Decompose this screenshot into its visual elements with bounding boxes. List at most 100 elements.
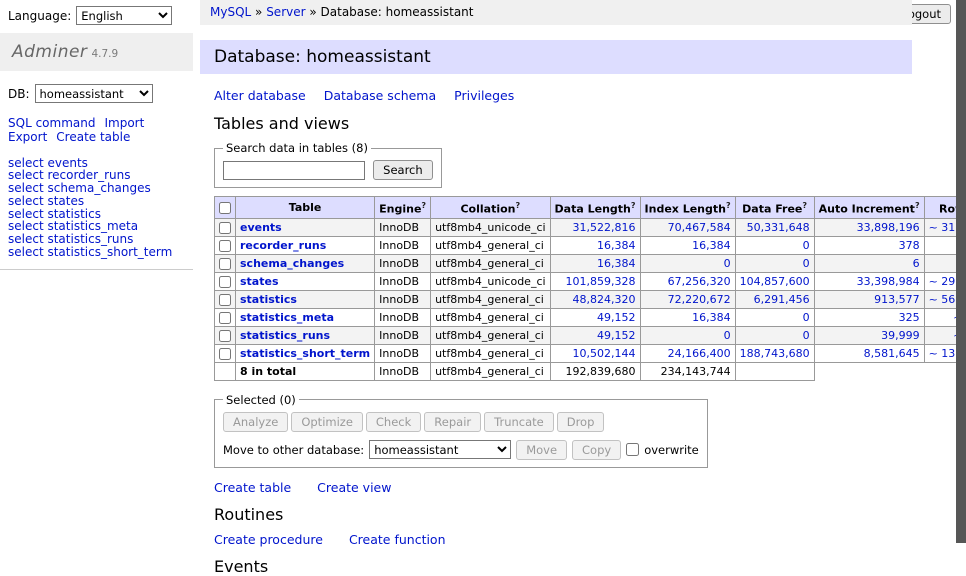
row-checkbox-schema-changes[interactable] bbox=[219, 258, 231, 270]
cell-auto-increment-link[interactable]: 8,581,645 bbox=[864, 347, 920, 360]
row-checkbox-statistics[interactable] bbox=[219, 294, 231, 306]
truncate-button[interactable]: Truncate bbox=[484, 412, 554, 432]
cell-index-length-link[interactable]: 67,256,320 bbox=[668, 275, 731, 288]
breadcrumb-current: Database: homeassistant bbox=[321, 5, 474, 19]
table-link-statistics-meta[interactable]: statistics_meta bbox=[240, 311, 334, 324]
cell-data-length-link[interactable]: 101,859,328 bbox=[566, 275, 636, 288]
language-select[interactable]: English bbox=[76, 6, 172, 25]
cell-auto-increment-link[interactable]: 39,999 bbox=[881, 329, 920, 342]
overwrite-checkbox[interactable] bbox=[626, 443, 639, 456]
table-link-events[interactable]: events bbox=[240, 221, 282, 234]
cell-index-length-link[interactable]: 24,166,400 bbox=[668, 347, 731, 360]
table-link-states[interactable]: states bbox=[240, 275, 279, 288]
routines-link-create-function[interactable]: Create function bbox=[349, 532, 446, 547]
sidebar-link-sql-command[interactable]: SQL command bbox=[8, 116, 95, 130]
table-row-statistics-short-term: statistics_short_termInnoDButf8mb4_gener… bbox=[215, 344, 966, 362]
footer-link-create-table[interactable]: Create table bbox=[214, 480, 291, 495]
cell-data-free-link[interactable]: 50,331,648 bbox=[747, 221, 810, 234]
page-title: Database: homeassistant bbox=[200, 40, 912, 74]
scrollbar-thumb[interactable] bbox=[956, 0, 966, 543]
cell-index-length-link[interactable]: 70,467,584 bbox=[668, 221, 731, 234]
table-link-statistics[interactable]: statistics bbox=[240, 293, 297, 306]
routines-link-create-procedure[interactable]: Create procedure bbox=[214, 532, 323, 547]
sidebar-link-export[interactable]: Export bbox=[8, 130, 47, 144]
row-checkbox-recorder-runs[interactable] bbox=[219, 240, 231, 252]
nav-link-database-schema[interactable]: Database schema bbox=[324, 88, 436, 103]
cell-auto-increment-link[interactable]: 913,577 bbox=[874, 293, 920, 306]
analyze-button[interactable]: Analyze bbox=[223, 412, 288, 432]
search-input[interactable] bbox=[223, 161, 365, 180]
vertical-scrollbar[interactable] bbox=[956, 0, 966, 543]
search-button[interactable]: Search bbox=[373, 160, 433, 180]
column-header-engine: Engine? bbox=[375, 197, 431, 219]
help-icon[interactable]: ? bbox=[631, 201, 636, 210]
help-icon[interactable]: ? bbox=[421, 201, 426, 210]
cell-collation: utf8mb4_general_ci bbox=[431, 236, 550, 254]
cell-data-length-link[interactable]: 16,384 bbox=[597, 239, 636, 252]
cell-auto-increment-link[interactable]: 33,398,984 bbox=[857, 275, 920, 288]
db-nav-links: Alter database Database schema Privileges bbox=[214, 88, 912, 103]
move-database-select[interactable]: homeassistant bbox=[369, 440, 511, 459]
cell-index-length-link[interactable]: 0 bbox=[724, 329, 731, 342]
sidebar-select-schema-changes[interactable]: select schema_changes bbox=[8, 182, 185, 195]
cell-auto-increment-link[interactable]: 33,898,196 bbox=[857, 221, 920, 234]
brand-name[interactable]: Adminer bbox=[12, 42, 87, 62]
brand-version: 4.7.9 bbox=[91, 48, 118, 60]
cell-data-length-link[interactable]: 48,824,320 bbox=[573, 293, 636, 306]
db-select[interactable]: homeassistant bbox=[35, 84, 153, 103]
row-checkbox-statistics-short-term[interactable] bbox=[219, 348, 231, 360]
cell-data-free-link[interactable]: 0 bbox=[803, 329, 810, 342]
table-link-statistics-short-term[interactable]: statistics_short_term bbox=[240, 347, 370, 360]
cell-data-length-link[interactable]: 49,152 bbox=[597, 311, 636, 324]
cell-data-free-link[interactable]: 104,857,600 bbox=[740, 275, 810, 288]
sidebar-link-import[interactable]: Import bbox=[104, 116, 144, 130]
table-link-recorder-runs[interactable]: recorder_runs bbox=[240, 239, 326, 252]
select-all-checkbox[interactable] bbox=[219, 202, 231, 214]
nav-link-privileges[interactable]: Privileges bbox=[454, 88, 514, 103]
row-checkbox-statistics-meta[interactable] bbox=[219, 312, 231, 324]
cell-auto-increment-link[interactable]: 378 bbox=[899, 239, 920, 252]
help-icon[interactable]: ? bbox=[802, 201, 807, 210]
cell-data-length-link[interactable]: 10,502,144 bbox=[573, 347, 636, 360]
cell-auto-increment-link[interactable]: 6 bbox=[913, 257, 920, 270]
table-link-schema-changes[interactable]: schema_changes bbox=[240, 257, 344, 270]
sidebar-select-statistics-short-term[interactable]: select statistics_short_term bbox=[8, 246, 185, 259]
cell-auto-increment-link[interactable]: 325 bbox=[899, 311, 920, 324]
cell-index-length-link[interactable]: 72,220,672 bbox=[668, 293, 731, 306]
cell-data-free-link[interactable]: 0 bbox=[803, 257, 810, 270]
table-link-statistics-runs[interactable]: statistics_runs bbox=[240, 329, 330, 342]
cell-index-length-link[interactable]: 16,384 bbox=[692, 239, 731, 252]
row-checkbox-statistics-runs[interactable] bbox=[219, 330, 231, 342]
select-all-cell bbox=[215, 197, 236, 219]
breadcrumb-link-mysql[interactable]: MySQL bbox=[210, 5, 251, 19]
cell-data-free-link[interactable]: 6,291,456 bbox=[754, 293, 810, 306]
adminer-logo: Adminer 4.7.9 bbox=[0, 33, 193, 71]
help-icon[interactable]: ? bbox=[515, 201, 520, 210]
sidebar-select-statistics-runs[interactable]: select statistics_runs bbox=[8, 233, 185, 246]
sidebar-link-create-table[interactable]: Create table bbox=[56, 130, 130, 144]
nav-link-alter-database[interactable]: Alter database bbox=[214, 88, 306, 103]
repair-button[interactable]: Repair bbox=[424, 412, 481, 432]
cell-data-length-link[interactable]: 49,152 bbox=[597, 329, 636, 342]
row-checkbox-events[interactable] bbox=[219, 222, 231, 234]
help-icon[interactable]: ? bbox=[915, 201, 920, 210]
sidebar-select-states[interactable]: select states bbox=[8, 195, 185, 208]
cell-engine: InnoDB bbox=[375, 326, 431, 344]
drop-button[interactable]: Drop bbox=[557, 412, 605, 432]
row-checkbox-states[interactable] bbox=[219, 276, 231, 288]
cell-data-free-link[interactable]: 0 bbox=[803, 311, 810, 324]
cell-index-length-link[interactable]: 16,384 bbox=[692, 311, 731, 324]
help-icon[interactable]: ? bbox=[726, 201, 731, 210]
breadcrumb-link-server[interactable]: Server bbox=[266, 5, 305, 19]
cell-data-length-link[interactable]: 31,522,816 bbox=[573, 221, 636, 234]
copy-button[interactable]: Copy bbox=[572, 440, 621, 460]
cell-data-length-link[interactable]: 16,384 bbox=[597, 257, 636, 270]
footer-link-create-view[interactable]: Create view bbox=[317, 480, 391, 495]
cell-data-free-link[interactable]: 188,743,680 bbox=[740, 347, 810, 360]
optimize-button[interactable]: Optimize bbox=[291, 412, 363, 432]
check-button[interactable]: Check bbox=[366, 412, 421, 432]
cell-engine: InnoDB bbox=[375, 272, 431, 290]
cell-data-free-link[interactable]: 0 bbox=[803, 239, 810, 252]
cell-index-length-link[interactable]: 0 bbox=[724, 257, 731, 270]
move-button[interactable]: Move bbox=[516, 440, 567, 460]
